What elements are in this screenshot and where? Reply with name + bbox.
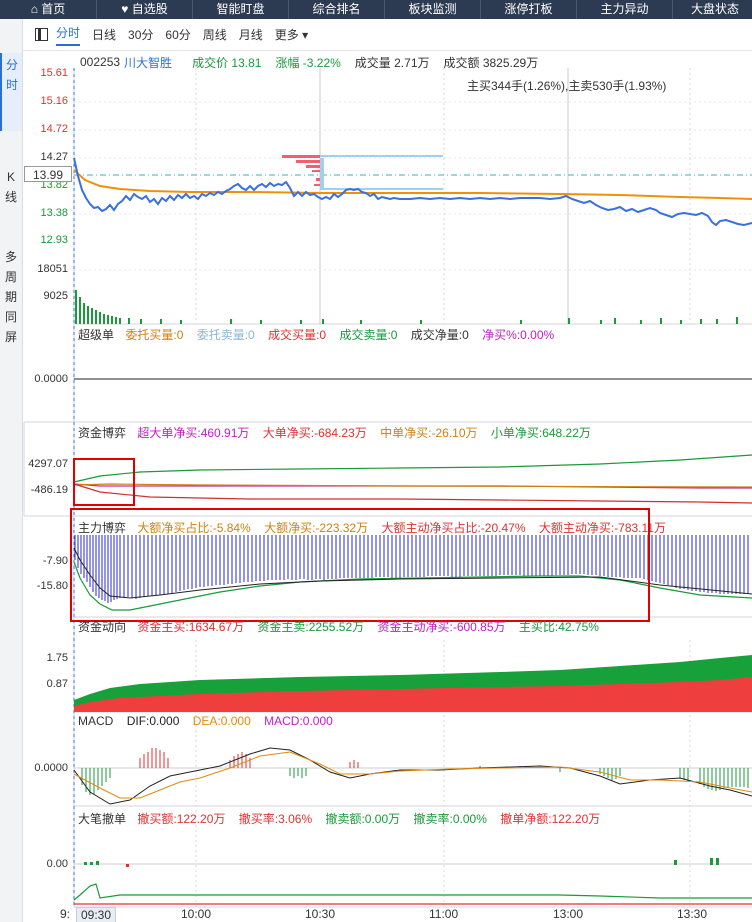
price-axis-label: 13.38: [40, 207, 68, 219]
super-axis-label: 0.0000: [34, 373, 68, 385]
panel-fund-title: 资金博弈 超大单净买:460.91万 大单净买:-684.23万 中单净买:-2…: [78, 426, 591, 440]
main-force-axis-label: -15.80: [36, 580, 68, 592]
volume-axis-label: 18051: [37, 263, 68, 275]
panel-big-order-title: 大笔撤单 撤买额:122.20万 撤买率:3.06% 撤卖额:0.00万 撤卖率…: [78, 812, 601, 826]
big-order-axis-label: 0.00: [46, 858, 68, 870]
price-axis-label: 14.72: [40, 123, 68, 135]
panel-macd-title: MACD DIF:0.000 DEA:0.000 MACD:0.000: [78, 714, 333, 728]
flow-axis-label: 1.75: [46, 652, 68, 664]
volume-axis-label: 9025: [43, 290, 68, 302]
flow-axis-label: 0.87: [46, 678, 68, 690]
panel-super-order-title: 超级单 委托买量:0 委托卖量:0 成交买量:0 成交卖量:0 成交净量:0 净…: [78, 328, 555, 342]
highlight-box-small: [73, 458, 135, 506]
current-price-tag: 13.99: [24, 166, 72, 182]
x-axis-label: 13:30: [677, 907, 708, 921]
price-axis-label: 15.16: [40, 95, 68, 107]
panel-flow-title: 资金动向 资金主买:1634.67万 资金主卖:2255.52万 资金主动净买:…: [78, 620, 599, 634]
volume-bars: [75, 290, 738, 324]
x-axis-label: 11:00: [429, 907, 459, 921]
x-axis-label: 13:00: [553, 907, 584, 921]
price-axis-label: 14.27: [40, 151, 68, 163]
price-axis-label: 12.93: [40, 234, 68, 246]
macd-axis-label: 0.0000: [34, 762, 68, 774]
x-axis-label: 10:00: [181, 907, 212, 921]
price-axis-label: 15.61: [40, 67, 68, 79]
order-book-bars: [282, 155, 443, 190]
x-axis-label-current: 09:30: [76, 907, 117, 922]
fund-axis-label: -486.19: [30, 484, 68, 496]
x-axis-label: 9:: [60, 907, 71, 921]
x-axis-label: 10:30: [305, 907, 336, 921]
main-force-axis-label: -7.90: [42, 555, 68, 567]
highlight-box-large: [70, 508, 650, 622]
fund-axis-label: 4297.07: [28, 458, 68, 470]
